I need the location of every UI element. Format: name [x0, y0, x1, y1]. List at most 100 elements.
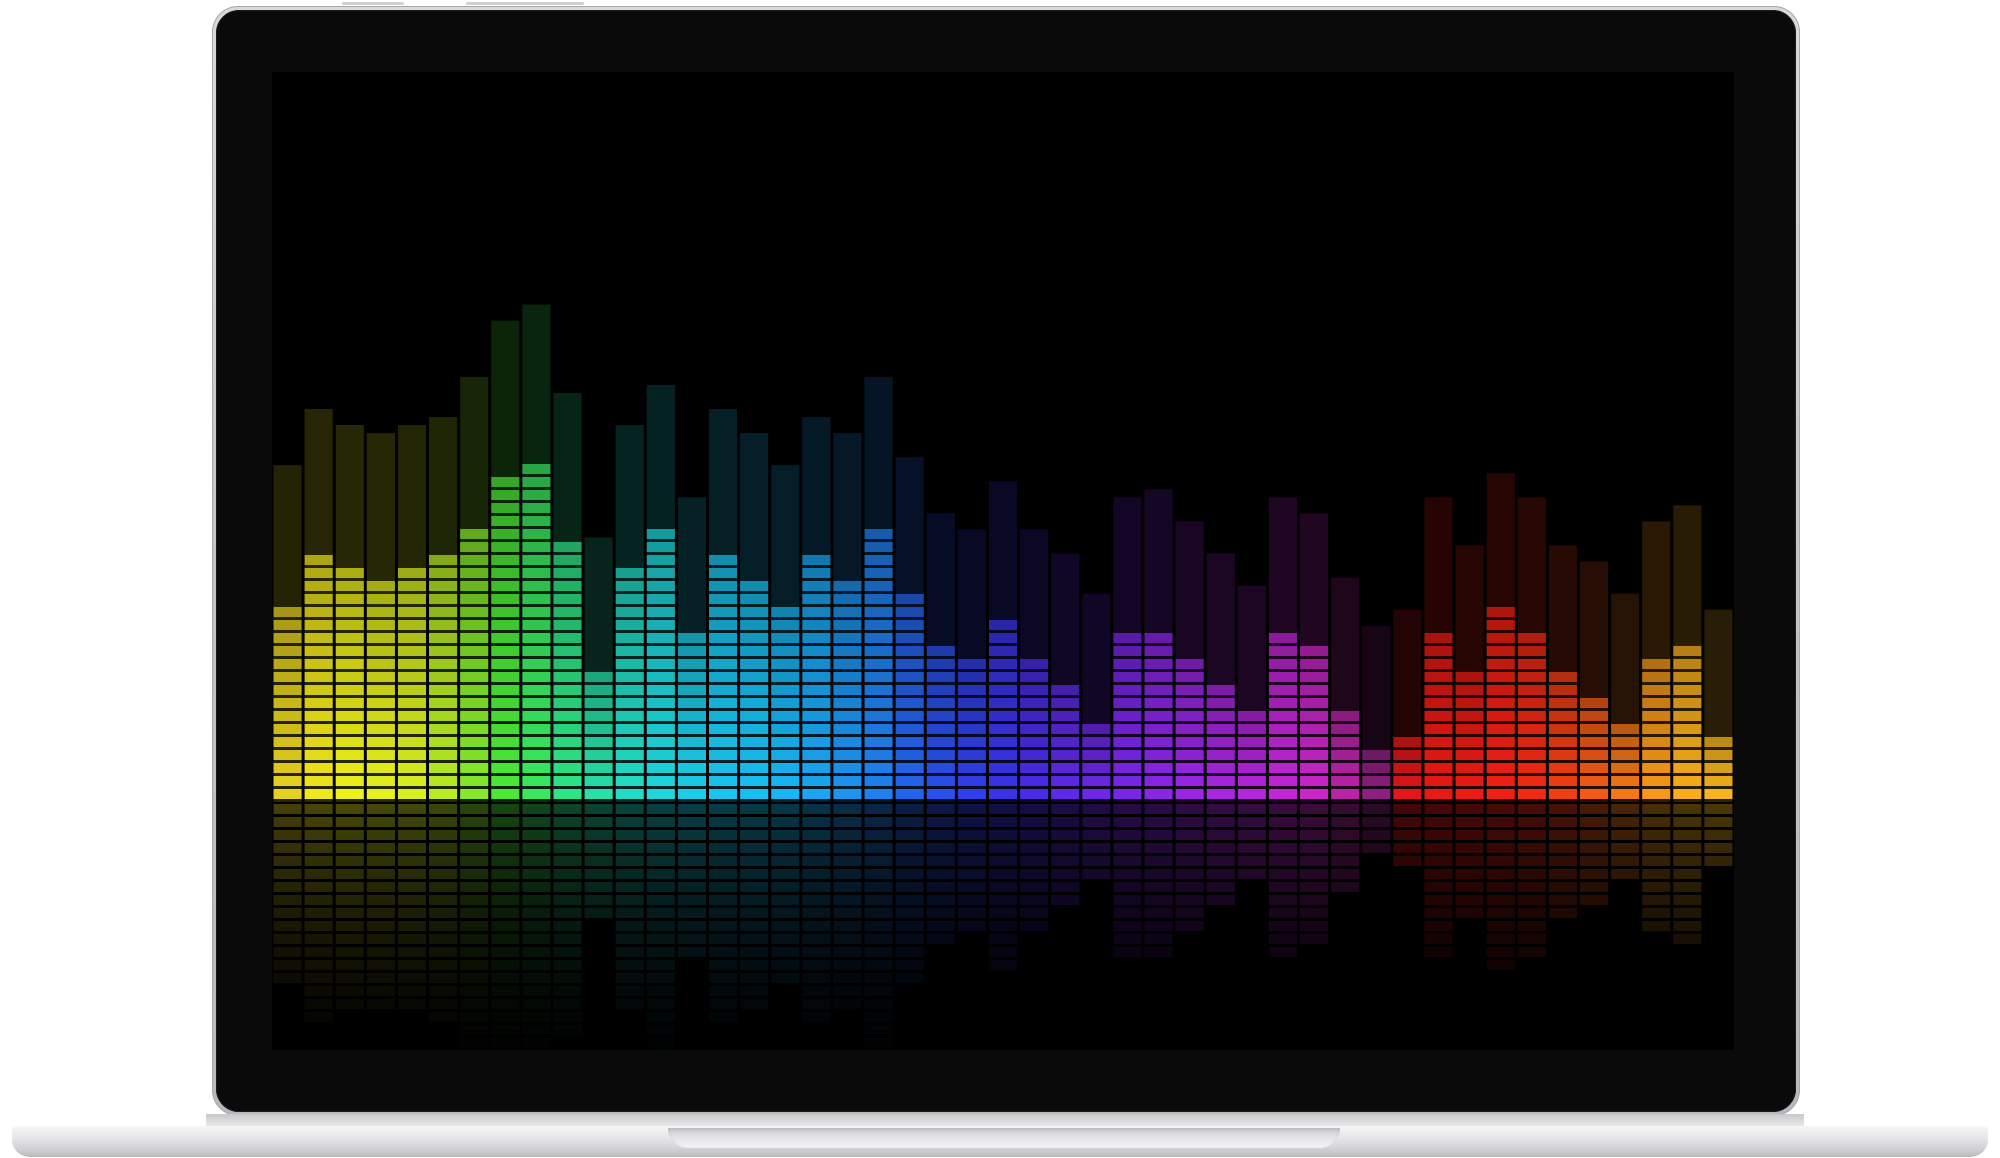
equalizer-bar-segment	[335, 724, 364, 734]
equalizer-bar-segment	[491, 698, 520, 708]
equalizer-bar-segment	[1362, 789, 1391, 799]
equalizer-bar-segment	[926, 698, 955, 708]
equalizer-bar-segment	[771, 672, 800, 682]
equalizer-bar-segment	[1486, 633, 1515, 643]
equalizer-bar-segment	[491, 685, 520, 695]
equalizer-bar-segment	[895, 633, 924, 643]
equalizer-bar-segment	[833, 594, 862, 604]
equalizer-bar-segment	[802, 724, 831, 734]
equalizer-bar-segment	[1579, 776, 1609, 786]
equalizer-bar-segment	[1673, 724, 1702, 734]
equalizer-bar-segment	[708, 555, 738, 565]
equalizer-bar-segment	[864, 607, 893, 617]
equalizer-bar-segment	[895, 789, 924, 799]
equalizer-bar-segment	[957, 776, 986, 786]
equalizer-bar-segment	[802, 737, 831, 747]
equalizer-bar-segment	[273, 646, 302, 656]
equalizer-bar-segment	[304, 724, 333, 734]
equalizer-bar-segment	[1642, 763, 1671, 773]
equalizer-bar-segment	[522, 646, 551, 656]
equalizer-bar-segment	[1175, 711, 1204, 721]
equalizer-bar-segment	[1206, 750, 1235, 760]
equalizer-bar-segment	[335, 581, 364, 591]
equalizer-bar-segment	[366, 685, 395, 695]
equalizer-bar-segment	[1051, 776, 1080, 786]
equalizer-bar-segment	[1673, 646, 1702, 656]
equalizer-bar-segment	[1331, 724, 1360, 734]
equalizer-bar-segment	[740, 763, 769, 773]
equalizer-bar-segment	[802, 581, 831, 591]
equalizer-bar-segment	[1300, 711, 1329, 721]
equalizer-bar-segment	[304, 737, 333, 747]
equalizer-bar-segment	[553, 659, 582, 669]
equalizer-bar-segment	[646, 789, 675, 799]
equalizer-bar-segment	[491, 659, 520, 669]
equalizer-bar-segment	[1424, 724, 1453, 734]
equalizer-bar-segment	[1362, 750, 1391, 760]
equalizer-bar-segment	[1455, 672, 1484, 682]
equalizer-bar-segment	[522, 503, 551, 513]
equalizer-bar-segment	[1020, 659, 1049, 669]
equalizer-bar-segment	[1642, 685, 1671, 695]
equalizer-bar-segment	[988, 711, 1018, 721]
equalizer-bar-segment	[1424, 646, 1453, 656]
equalizer-bar-segment	[957, 698, 986, 708]
equalizer-bar-segment	[1704, 763, 1733, 773]
equalizer-bar-segment	[1517, 724, 1546, 734]
equalizer-bar-segment	[1548, 685, 1577, 695]
equalizer-bar-segment	[1424, 737, 1453, 747]
equalizer-bar-segment	[1237, 711, 1266, 721]
equalizer-bar-segment	[1300, 776, 1329, 786]
equalizer-bar-segment	[491, 542, 520, 552]
equalizer-bar-segment	[1704, 750, 1733, 760]
equalizer-bar-segment	[1113, 763, 1142, 773]
equalizer-bar-segment	[1175, 672, 1204, 682]
equalizer-bar-segment	[584, 698, 613, 708]
equalizer-bar-segment	[429, 646, 458, 656]
equalizer-bar-segment	[1424, 789, 1453, 799]
equalizer-bar-segment	[1486, 750, 1515, 760]
equalizer-bar-segment	[708, 763, 738, 773]
equalizer-bar-segment	[864, 620, 893, 630]
equalizer-bar-segment	[335, 659, 364, 669]
equalizer-bar-segment	[1268, 763, 1298, 773]
equalizer-bar-segment	[1642, 776, 1671, 786]
equalizer-bar-segment	[460, 672, 489, 682]
equalizer-bar-segment	[1611, 763, 1640, 773]
equalizer-bar-segment	[335, 620, 364, 630]
equalizer-bar-segment	[1144, 685, 1173, 695]
equalizer-bar-segment	[397, 711, 427, 721]
equalizer-bar-segment	[1424, 763, 1453, 773]
equalizer-bar-segment	[802, 633, 831, 643]
equalizer-bar-segment	[460, 555, 489, 565]
equalizer-bar-segment	[1611, 776, 1640, 786]
equalizer-bar-segment	[1051, 750, 1080, 760]
equalizer-bar-segment	[740, 711, 769, 721]
equalizer-bar-segment	[833, 659, 862, 669]
equalizer-bar-segment	[1175, 737, 1204, 747]
equalizer-bar-segment	[366, 646, 395, 656]
equalizer-bar-segment	[522, 685, 551, 695]
equalizer-bar-segment	[864, 672, 893, 682]
equalizer-bar-segment	[335, 672, 364, 682]
equalizer-bar-segment	[1517, 711, 1546, 721]
equalizer-bar-segment	[304, 607, 333, 617]
equalizer-bar-segment	[1517, 789, 1546, 799]
equalizer-bar-segment	[1113, 724, 1142, 734]
equalizer-bar-segment	[522, 555, 551, 565]
equalizer-bar-segment	[1051, 789, 1080, 799]
equalizer-bar-segment	[1175, 685, 1204, 695]
equalizer-bar-segment	[1517, 750, 1546, 760]
equalizer-bar-segment	[1268, 776, 1298, 786]
equalizer-bar-segment	[1300, 737, 1329, 747]
equalizer-bar-segment	[957, 724, 986, 734]
equalizer-bar-segment	[460, 685, 489, 695]
equalizer-bar-segment	[1673, 737, 1702, 747]
equalizer-bar-segment	[397, 724, 427, 734]
equalizer-bar-segment	[646, 633, 675, 643]
equalizer-bar-segment	[802, 659, 831, 669]
equalizer-bar-segment	[553, 750, 582, 760]
equalizer-bar-segment	[708, 724, 738, 734]
equalizer-bar-segment	[895, 698, 924, 708]
equalizer-bar-segment	[397, 594, 427, 604]
